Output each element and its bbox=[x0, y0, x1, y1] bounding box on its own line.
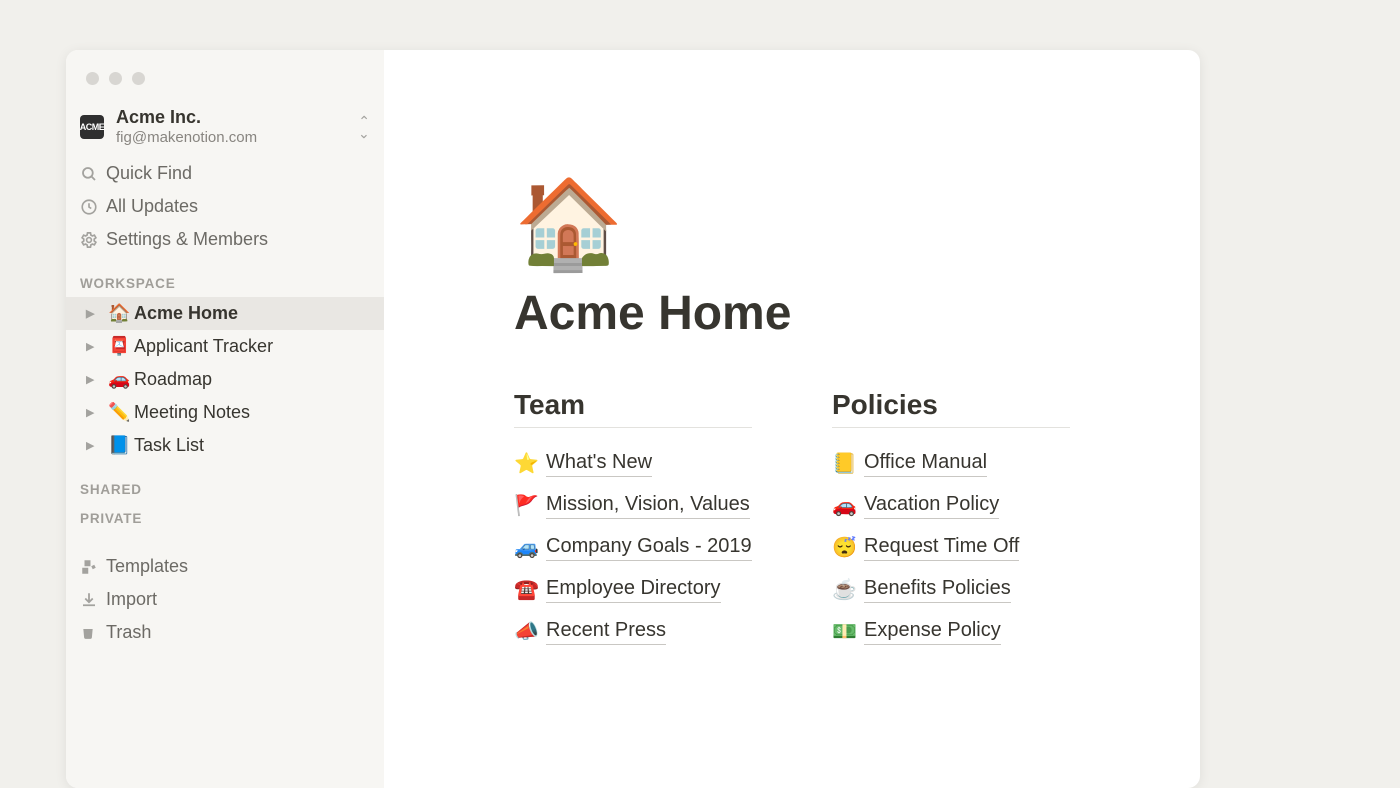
sidebar-page-item[interactable]: ▶ 🚗Roadmap bbox=[66, 363, 384, 396]
link-text: Mission, Vision, Values bbox=[546, 491, 750, 519]
column-heading[interactable]: Team bbox=[514, 389, 752, 428]
window-traffic-lights bbox=[86, 72, 145, 85]
close-window-dot[interactable] bbox=[86, 72, 99, 85]
link-emoji-icon: 📒 bbox=[832, 451, 864, 476]
all-updates-button[interactable]: All Updates bbox=[66, 190, 384, 223]
templates-label: Templates bbox=[106, 556, 188, 577]
trash-button[interactable]: Trash bbox=[66, 616, 384, 649]
gear-icon bbox=[80, 231, 106, 249]
content-column: Policies📒Office Manual🚗Vacation Policy😴R… bbox=[832, 389, 1070, 652]
templates-icon bbox=[80, 558, 106, 576]
link-emoji-icon: ☕ bbox=[832, 577, 864, 602]
templates-button[interactable]: Templates bbox=[66, 550, 384, 583]
link-text: Expense Policy bbox=[864, 617, 1001, 645]
link-emoji-icon: 📣 bbox=[514, 619, 546, 644]
link-text: Recent Press bbox=[546, 617, 666, 645]
page-link[interactable]: 💵Expense Policy bbox=[832, 610, 1070, 652]
link-text: Company Goals - 2019 bbox=[546, 533, 752, 561]
zoom-window-dot[interactable] bbox=[132, 72, 145, 85]
sidebar-page-item[interactable]: ▶ 📘Task List bbox=[66, 429, 384, 462]
page-content: 🏠 Acme Home Team⭐What's New🚩Mission, Vis… bbox=[384, 50, 1200, 788]
minimize-window-dot[interactable] bbox=[109, 72, 122, 85]
quick-find-button[interactable]: Quick Find bbox=[66, 157, 384, 190]
link-text: Vacation Policy bbox=[864, 491, 999, 519]
workspace-page-list: ▶🏠Acme Home▶📮Applicant Tracker▶🚗Roadmap▶… bbox=[66, 297, 384, 462]
page-link[interactable]: ☕Benefits Policies bbox=[832, 568, 1070, 610]
link-emoji-icon: 🚙 bbox=[514, 535, 546, 560]
page-emoji-icon: 🚗 bbox=[108, 369, 134, 390]
disclosure-triangle-icon[interactable]: ▶ bbox=[86, 307, 102, 320]
disclosure-triangle-icon[interactable]: ▶ bbox=[86, 439, 102, 452]
page-title[interactable]: Acme Home bbox=[514, 286, 1070, 341]
sidebar-page-item[interactable]: ▶ 🏠Acme Home bbox=[66, 297, 384, 330]
import-label: Import bbox=[106, 589, 157, 610]
trash-label: Trash bbox=[106, 622, 151, 643]
link-text: Office Manual bbox=[864, 449, 987, 477]
link-text: Request Time Off bbox=[864, 533, 1019, 561]
sidebar-page-item[interactable]: ▶ ✏️Meeting Notes bbox=[66, 396, 384, 429]
trash-icon bbox=[80, 624, 106, 642]
link-emoji-icon: 🚗 bbox=[832, 493, 864, 518]
link-emoji-icon: 😴 bbox=[832, 535, 864, 560]
page-label: Applicant Tracker bbox=[134, 336, 273, 357]
download-icon bbox=[80, 591, 106, 609]
section-workspace-label: WORKSPACE bbox=[66, 256, 384, 297]
column-heading[interactable]: Policies bbox=[832, 389, 1070, 428]
workspace-info: Acme Inc. fig@makenotion.com bbox=[116, 106, 358, 147]
disclosure-triangle-icon[interactable]: ▶ bbox=[86, 373, 102, 386]
page-link[interactable]: 😴Request Time Off bbox=[832, 526, 1070, 568]
page-link[interactable]: ☎️Employee Directory bbox=[514, 568, 752, 610]
disclosure-triangle-icon[interactable]: ▶ bbox=[86, 406, 102, 419]
link-text: What's New bbox=[546, 449, 652, 477]
disclosure-triangle-icon[interactable]: ▶ bbox=[86, 340, 102, 353]
link-emoji-icon: 🚩 bbox=[514, 493, 546, 518]
page-emoji-icon: 📮 bbox=[108, 336, 134, 357]
settings-label: Settings & Members bbox=[106, 229, 268, 250]
quick-find-label: Quick Find bbox=[106, 163, 192, 184]
link-emoji-icon: 💵 bbox=[832, 619, 864, 644]
page-link[interactable]: ⭐What's New bbox=[514, 442, 752, 484]
workspace-name: Acme Inc. bbox=[116, 106, 358, 129]
workspace-logo: ACME bbox=[80, 115, 104, 139]
sidebar: ACME Acme Inc. fig@makenotion.com ⌃⌃ Qui… bbox=[66, 50, 384, 788]
section-private-label: PRIVATE bbox=[66, 503, 384, 532]
page-emoji-icon: 📘 bbox=[108, 435, 134, 456]
all-updates-label: All Updates bbox=[106, 196, 198, 217]
page-emoji-icon: 🏠 bbox=[108, 303, 134, 324]
content-columns: Team⭐What's New🚩Mission, Vision, Values🚙… bbox=[514, 389, 1070, 652]
chevron-up-down-icon: ⌃⌃ bbox=[358, 117, 370, 137]
page-label: Task List bbox=[134, 435, 204, 456]
workspace-switcher[interactable]: ACME Acme Inc. fig@makenotion.com ⌃⌃ bbox=[66, 102, 384, 157]
page-label: Meeting Notes bbox=[134, 402, 250, 423]
page-link[interactable]: 🚙Company Goals - 2019 bbox=[514, 526, 752, 568]
link-emoji-icon: ☎️ bbox=[514, 577, 546, 602]
link-text: Employee Directory bbox=[546, 575, 721, 603]
workspace-email: fig@makenotion.com bbox=[116, 129, 358, 148]
page-icon[interactable]: 🏠 bbox=[514, 180, 1070, 268]
link-emoji-icon: ⭐ bbox=[514, 451, 546, 476]
page-link[interactable]: 🚩Mission, Vision, Values bbox=[514, 484, 752, 526]
import-button[interactable]: Import bbox=[66, 583, 384, 616]
search-icon bbox=[80, 165, 106, 183]
app-window: ACME Acme Inc. fig@makenotion.com ⌃⌃ Qui… bbox=[66, 50, 1200, 788]
content-column: Team⭐What's New🚩Mission, Vision, Values🚙… bbox=[514, 389, 752, 652]
page-emoji-icon: ✏️ bbox=[108, 402, 134, 423]
section-shared-label: SHARED bbox=[66, 462, 384, 503]
page-label: Roadmap bbox=[134, 369, 212, 390]
sidebar-page-item[interactable]: ▶ 📮Applicant Tracker bbox=[66, 330, 384, 363]
page-link[interactable]: 📣Recent Press bbox=[514, 610, 752, 652]
clock-icon bbox=[80, 198, 106, 216]
page-label: Acme Home bbox=[134, 303, 238, 324]
settings-members-button[interactable]: Settings & Members bbox=[66, 223, 384, 256]
page-link[interactable]: 📒Office Manual bbox=[832, 442, 1070, 484]
link-text: Benefits Policies bbox=[864, 575, 1011, 603]
page-link[interactable]: 🚗Vacation Policy bbox=[832, 484, 1070, 526]
